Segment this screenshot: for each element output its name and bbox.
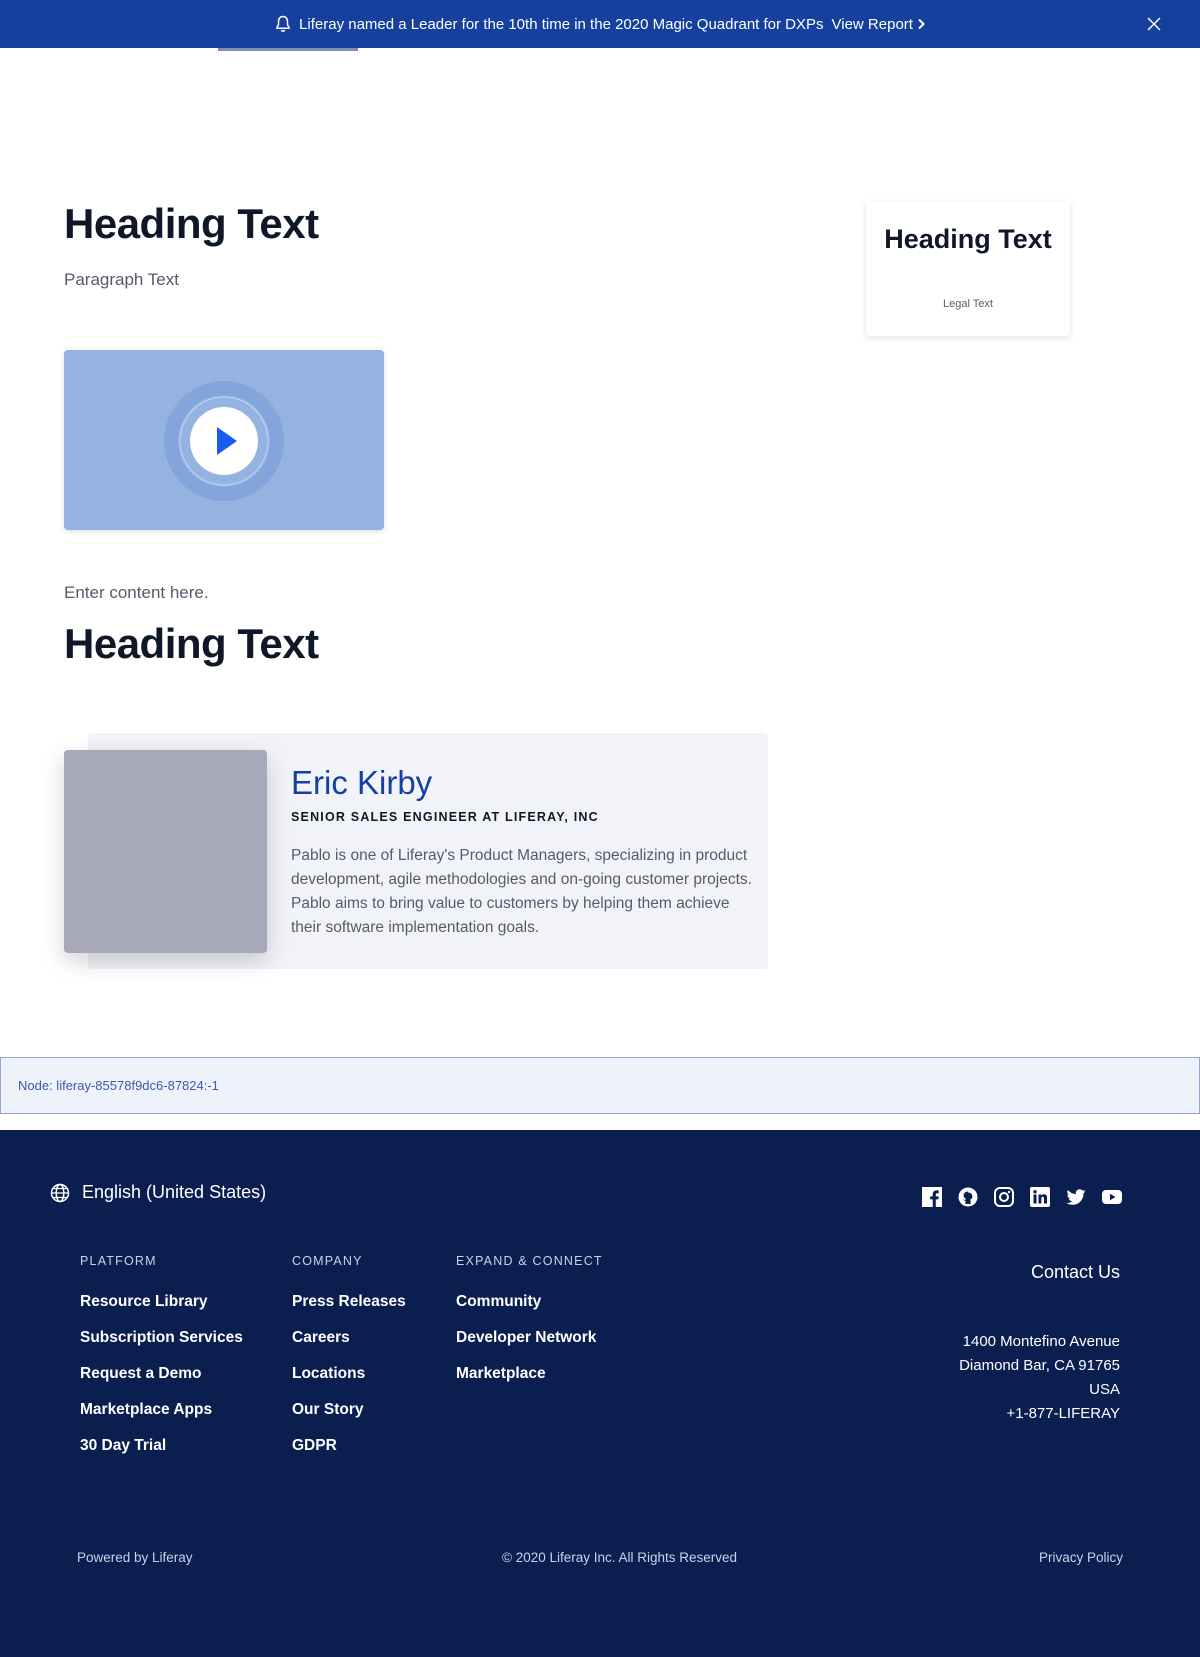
footer-link[interactable]: 30 Day Trial	[80, 1436, 243, 1472]
language-label: English (United States)	[82, 1182, 267, 1202]
profile-photo	[64, 750, 267, 953]
nav-indicator	[218, 48, 358, 51]
play-icon[interactable]	[163, 380, 285, 502]
info-card: Heading Text Legal Text	[866, 202, 1070, 336]
instagram-icon[interactable]	[994, 1187, 1014, 1207]
footer-column-platform: PLATFORM Resource Library Subscription S…	[80, 1254, 243, 1472]
footer-link[interactable]: Locations	[292, 1364, 406, 1400]
content-placeholder: Enter content here.	[64, 583, 209, 602]
profile-bio: Pablo is one of Liferay's Product Manage…	[291, 847, 752, 936]
footer-link[interactable]: GDPR	[292, 1436, 406, 1472]
footer-link[interactable]: Developer Network	[456, 1328, 603, 1364]
copyright-text: © 2020 Liferay Inc. All Rights Reserved	[502, 1550, 738, 1565]
github-icon[interactable]	[958, 1187, 978, 1207]
profile-role: SENIOR SALES ENGINEER AT LIFERAY, INC	[291, 810, 599, 824]
address-block: 1400 Montefino Avenue Diamond Bar, CA 91…	[959, 1330, 1120, 1426]
view-report-label: View Report	[831, 15, 913, 33]
facebook-icon[interactable]	[922, 1187, 942, 1207]
footer-link[interactable]: Careers	[292, 1328, 406, 1364]
footer: English (United States) PLATFORM Resourc…	[0, 1130, 1200, 1657]
announcement-bar: Liferay named a Leader for the 10th time…	[0, 0, 1200, 48]
section-heading: Heading Text	[64, 620, 319, 667]
footer-link[interactable]: Our Story	[292, 1400, 406, 1436]
footer-link[interactable]: Resource Library	[80, 1292, 243, 1328]
page-heading: Heading Text	[64, 200, 319, 247]
language-selector[interactable]: English (United States)	[50, 1182, 266, 1203]
chevron-right-icon	[918, 18, 925, 30]
footer-link[interactable]: Marketplace	[456, 1364, 603, 1400]
video-player[interactable]	[64, 350, 384, 530]
contact-us-link[interactable]: Contact Us	[1031, 1262, 1120, 1283]
social-links	[922, 1187, 1122, 1207]
card-heading: Heading Text	[884, 224, 1052, 254]
footer-link[interactable]: Marketplace Apps	[80, 1400, 243, 1436]
footer-column-heading: PLATFORM	[80, 1254, 157, 1268]
globe-icon	[50, 1183, 70, 1203]
footer-link[interactable]: Community	[456, 1292, 603, 1328]
footer-link[interactable]: Press Releases	[292, 1292, 406, 1328]
close-icon[interactable]	[1146, 16, 1162, 32]
linkedin-icon[interactable]	[1030, 1187, 1050, 1207]
footer-column-company: COMPANY Press Releases Careers Locations…	[292, 1254, 406, 1472]
announcement-text: Liferay named a Leader for the 10th time…	[299, 15, 824, 33]
footer-link[interactable]: Request a Demo	[80, 1364, 243, 1400]
address-line: USA	[1089, 1381, 1120, 1398]
paragraph-text: Paragraph Text	[64, 270, 179, 289]
footer-link[interactable]: Subscription Services	[80, 1328, 243, 1364]
bell-icon	[275, 15, 291, 33]
node-info-bar: Node: liferay-85578f9dc6-87824:-1	[0, 1057, 1200, 1114]
view-report-link[interactable]: View Report	[832, 16, 925, 33]
card-legal-text: Legal Text	[943, 298, 993, 310]
node-text: Node: liferay-85578f9dc6-87824:-1	[18, 1078, 219, 1093]
address-line: Diamond Bar, CA 91765	[959, 1357, 1120, 1374]
profile-name: Eric Kirby	[291, 764, 433, 801]
address-line: 1400 Montefino Avenue	[962, 1333, 1120, 1350]
powered-by-link[interactable]: Powered by Liferay	[77, 1550, 193, 1565]
privacy-policy-link[interactable]: Privacy Policy	[1039, 1550, 1123, 1565]
twitter-icon[interactable]	[1066, 1187, 1086, 1207]
phone-number: +1-877-LIFERAY	[1006, 1405, 1120, 1422]
footer-column-expand-connect: EXPAND & CONNECT Community Developer Net…	[456, 1254, 603, 1400]
footer-column-heading: EXPAND & CONNECT	[456, 1254, 603, 1268]
youtube-icon[interactable]	[1102, 1187, 1122, 1207]
footer-column-heading: COMPANY	[292, 1254, 363, 1268]
